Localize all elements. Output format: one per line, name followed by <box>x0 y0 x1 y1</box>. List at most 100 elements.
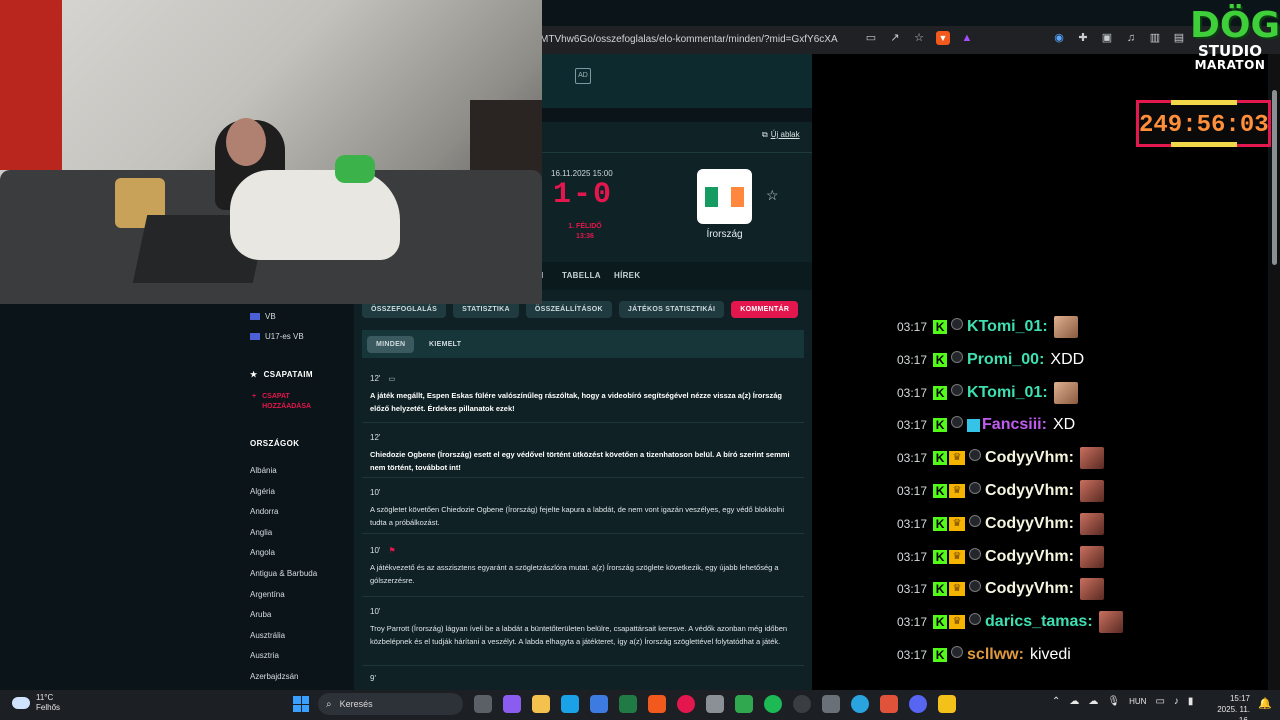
sidebar-item-country[interactable]: Antigua & Barbuda <box>250 569 317 578</box>
marathon-timer: 249:56:03 <box>1136 100 1271 147</box>
ad-label: AD <box>575 68 591 84</box>
add-team-button[interactable]: + CSAPAT HOZZÁADÁSA <box>252 392 311 412</box>
sidebar-item-country[interactable]: Aruba <box>250 610 271 619</box>
cloud-icon <box>12 697 30 709</box>
telegram-icon[interactable] <box>851 695 869 713</box>
chat-username[interactable]: CodyyVhm: <box>985 580 1074 598</box>
chat-username[interactable]: scllww: <box>967 646 1024 664</box>
chat-username[interactable]: CodyyVhm: <box>985 548 1074 566</box>
media-icon[interactable]: ♫ <box>1124 31 1138 45</box>
filter-minden[interactable]: MINDEN <box>367 336 415 353</box>
scrollbar-thumb[interactable] <box>1272 90 1277 265</box>
sidebar-item-country[interactable]: Ausztria <box>250 651 279 660</box>
volume-icon[interactable]: ♪ <box>1174 696 1179 707</box>
store-icon[interactable] <box>590 695 608 713</box>
sidebar-item-country[interactable]: Angola <box>250 548 275 557</box>
battery-icon[interactable]: ▮ <box>1188 696 1194 707</box>
bookmark-icon[interactable]: ☆ <box>912 31 926 45</box>
notification-bell-icon[interactable]: 🔔 <box>1258 697 1272 710</box>
share-icon[interactable]: ↗ <box>888 31 902 45</box>
sidebar-item-country[interactable]: Azerbajdzsán <box>250 672 298 681</box>
app-orange-icon[interactable] <box>880 695 898 713</box>
brave-icon[interactable] <box>648 695 666 713</box>
copilot-icon[interactable] <box>503 695 521 713</box>
chat-username[interactable]: CodyyVhm: <box>985 515 1074 533</box>
team-name[interactable]: Írország <box>692 229 757 240</box>
new-window-link[interactable]: ⧉ Új ablak <box>762 130 800 140</box>
sidebar-item-country[interactable]: Algéria <box>250 487 275 496</box>
tab-hirek[interactable]: HÍREK <box>614 271 640 280</box>
chat-username[interactable]: Promi_00: <box>967 351 1044 369</box>
taskbar-search[interactable]: ⌕ Keresés <box>318 693 463 715</box>
sidebar-item-u17-vb[interactable]: U17-es VB <box>250 332 304 341</box>
chat-username[interactable]: Fancsiii: <box>982 416 1047 434</box>
favorite-star-icon[interactable]: ☆ <box>766 187 779 204</box>
address-bar[interactable]: MTVhw6Go/osszefoglalas/elo-kommentar/min… <box>540 26 838 54</box>
tab-tabella[interactable]: TABELLA <box>562 271 601 280</box>
onedrive-icon[interactable]: ☁ <box>1069 696 1079 707</box>
badge-ball-icon <box>969 547 982 560</box>
chat-username[interactable]: KTomi_01: <box>967 318 1048 336</box>
spotify-icon[interactable] <box>764 695 782 713</box>
tab-jatekos-statisztikai[interactable]: JÁTÉKOS STATISZTIKÁI <box>618 301 725 318</box>
sidebar-item-vb[interactable]: VB <box>250 312 276 321</box>
divider <box>542 152 812 153</box>
commentary-minute: 10' <box>370 607 381 616</box>
edge-icon[interactable] <box>561 695 579 713</box>
webcam-overlay <box>0 0 542 304</box>
audio-icon[interactable]: ◉ <box>1052 31 1066 45</box>
timer-value: 249:56:03 <box>1139 112 1269 139</box>
xbox-icon[interactable] <box>735 695 753 713</box>
screenshot-icon[interactable]: ▣ <box>1100 31 1114 45</box>
calculator-icon[interactable] <box>822 695 840 713</box>
crown-badge-icon: ♛ <box>949 451 966 466</box>
brave-shield-icon[interactable]: ▼ <box>936 31 950 45</box>
commentary-entry: 12' ▭ A játék megállt, Espen Eskas fülére… <box>370 373 800 415</box>
windows-start-icon[interactable] <box>293 696 309 712</box>
sidebar-item-country[interactable]: Argentína <box>250 590 285 599</box>
obs-icon[interactable] <box>793 695 811 713</box>
app-red-icon[interactable] <box>677 695 695 713</box>
tab-kommentar[interactable]: KOMMENTÁR <box>731 301 799 318</box>
taskbar-clock[interactable]: 15:17 2025. 11. 16. <box>1205 693 1250 720</box>
weather-widget[interactable]: 11°C Felhős <box>12 693 60 713</box>
kick-badge-icon: K <box>933 451 948 466</box>
team-flag[interactable] <box>697 169 752 224</box>
chat-username[interactable]: darics_tamas: <box>985 613 1093 631</box>
sidebar-item-country[interactable]: Andorra <box>250 507 278 516</box>
extensions-icon[interactable]: ✚ <box>1076 31 1090 45</box>
emote-icon <box>1098 611 1123 634</box>
task-view-icon[interactable] <box>474 695 492 713</box>
brave-rewards-icon[interactable]: ▲ <box>960 31 974 45</box>
sidebar-item-country[interactable]: Anglia <box>250 528 272 537</box>
terminal-icon[interactable] <box>619 695 637 713</box>
webcam-streamer-head <box>226 118 266 166</box>
logo-line2: STUDIO <box>1198 42 1262 60</box>
clock-date: 2025. 11. 16. <box>1217 705 1250 720</box>
filter-kiemelt[interactable]: KIEMELT <box>420 336 470 353</box>
chat-username[interactable]: KTomi_01: <box>967 384 1048 402</box>
match-date: 16.11.2025 15:00 <box>551 169 613 178</box>
crown-badge-icon: ♛ <box>949 549 966 564</box>
microphone-icon[interactable]: 🎙 <box>1107 696 1120 707</box>
var-icon: ▭ <box>388 376 396 383</box>
sidebar-item-country[interactable]: Ausztrália <box>250 631 285 640</box>
chat-username[interactable]: CodyyVhm: <box>985 482 1074 500</box>
timer-bar-bottom <box>1171 142 1237 147</box>
emote-icon <box>1053 316 1078 338</box>
commentary-minute: 9' <box>370 674 376 683</box>
language-indicator[interactable]: HUN <box>1129 697 1146 706</box>
file-explorer-icon[interactable] <box>532 695 550 713</box>
sidebar-item-country[interactable]: Albánia <box>250 466 277 475</box>
monitor-icon[interactable]: ▭ <box>1155 696 1164 707</box>
cloud-icon[interactable]: ☁ <box>1088 696 1098 707</box>
discord-icon[interactable] <box>909 695 927 713</box>
rockstar-icon[interactable] <box>938 695 956 713</box>
sidebar-icon[interactable]: ▥ <box>1148 31 1162 45</box>
settings-icon[interactable] <box>706 695 724 713</box>
kick-badge-icon: K <box>933 549 948 564</box>
chat-username[interactable]: CodyyVhm: <box>985 449 1074 467</box>
chevron-up-icon[interactable]: ⌃ <box>1052 696 1060 707</box>
wallet-icon[interactable]: ▤ <box>1172 31 1186 45</box>
cast-icon[interactable]: ▭ <box>864 31 878 45</box>
